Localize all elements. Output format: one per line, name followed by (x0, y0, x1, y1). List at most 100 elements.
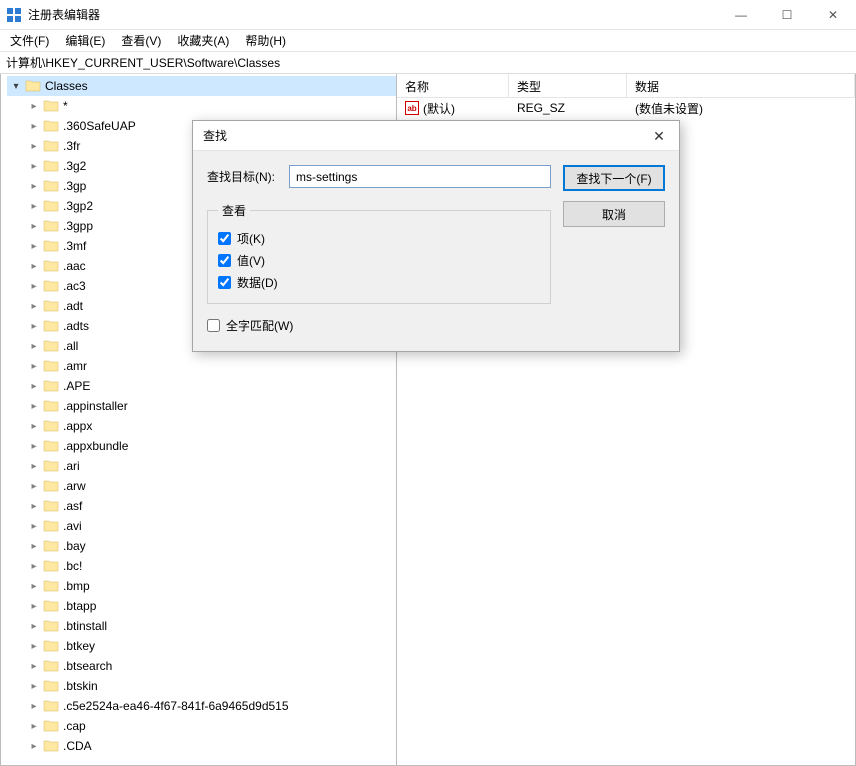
chk-keys[interactable] (218, 232, 231, 245)
tree-node[interactable]: ▸ .cap (7, 716, 396, 736)
expander-icon[interactable]: ▸ (27, 719, 41, 733)
expander-icon[interactable]: ▸ (27, 539, 41, 553)
tree-node[interactable]: ▸ .bc! (7, 556, 396, 576)
expander-icon[interactable]: ▸ (27, 139, 41, 153)
maximize-button[interactable]: ☐ (764, 0, 810, 30)
expander-icon[interactable]: ▸ (27, 319, 41, 333)
expander-icon[interactable]: ▸ (27, 179, 41, 193)
tree-node[interactable]: ▸.avi (7, 516, 396, 536)
close-button[interactable]: ✕ (810, 0, 856, 30)
address-bar[interactable]: 计算机\HKEY_CURRENT_USER\Software\Classes (0, 52, 856, 74)
tree-label: .adt (63, 299, 83, 313)
tree-label: .asf (63, 499, 82, 513)
tree-node[interactable]: ▸ .appxbundle (7, 436, 396, 456)
tree-node[interactable]: ▸.CDA (7, 736, 396, 756)
tree-node[interactable]: ▸ .asf (7, 496, 396, 516)
expander-icon[interactable]: ▸ (27, 499, 41, 513)
tree-node[interactable]: ▸.ari (7, 456, 396, 476)
tree-node[interactable]: ▸ .APE (7, 376, 396, 396)
menu-favorites[interactable]: 收藏夹(A) (173, 30, 233, 51)
expander-icon[interactable]: ▸ (27, 259, 41, 273)
tree-label: .ac3 (63, 279, 86, 293)
value-name: (默认) (423, 100, 455, 117)
tree-node[interactable]: ▸* (7, 96, 396, 116)
chk-values-label: 值(V) (237, 252, 265, 269)
tree-node[interactable]: ▸.btskin (7, 676, 396, 696)
expander-icon[interactable]: ▸ (27, 699, 41, 713)
tree-node[interactable]: ▸.amr (7, 356, 396, 376)
expander-icon[interactable]: ▸ (27, 399, 41, 413)
expander-icon[interactable]: ▸ (27, 439, 41, 453)
expander-icon[interactable]: ▸ (27, 639, 41, 653)
menu-edit[interactable]: 编辑(E) (61, 30, 109, 51)
tree-node[interactable]: ▸ .appx (7, 416, 396, 436)
chk-keys-label: 项(K) (237, 230, 265, 247)
expander-icon[interactable]: ▸ (27, 679, 41, 693)
dialog-close-button[interactable]: ✕ (639, 121, 679, 151)
expander-icon[interactable]: ▾ (9, 79, 23, 93)
tree-label: .appx (63, 419, 92, 433)
col-type[interactable]: 类型 (509, 74, 627, 97)
find-scope-group: 查看 项(K) 值(V) 数据(D) (207, 202, 551, 304)
tree-node-classes[interactable]: ▾ Classes (7, 76, 396, 96)
tree-node[interactable]: ▸ .bmp (7, 576, 396, 596)
expander-icon[interactable]: ▸ (27, 359, 41, 373)
expander-icon[interactable]: ▸ (27, 559, 41, 573)
tree-label: .bmp (63, 579, 90, 593)
expander-icon[interactable]: ▸ (27, 619, 41, 633)
expander-icon[interactable]: ▸ (27, 339, 41, 353)
expander-icon[interactable]: ▸ (27, 479, 41, 493)
expander-icon[interactable]: ▸ (27, 379, 41, 393)
tree-label: .btapp (63, 599, 96, 613)
expander-icon[interactable]: ▸ (27, 739, 41, 753)
cancel-button[interactable]: 取消 (563, 201, 665, 227)
expander-icon[interactable]: ▸ (27, 579, 41, 593)
tree-label: .bay (63, 539, 86, 553)
expander-icon[interactable]: ▸ (27, 299, 41, 313)
tree-node[interactable]: ▸.btkey (7, 636, 396, 656)
chk-data[interactable] (218, 276, 231, 289)
tree-node[interactable]: ▸.c5e2524a-ea46-4f67-841f-6a9465d9d515 (7, 696, 396, 716)
value-row[interactable]: ab (默认) REG_SZ (数值未设置) (397, 98, 855, 118)
tree-label: .all (63, 339, 78, 353)
expander-icon[interactable]: ▸ (27, 659, 41, 673)
expander-icon[interactable]: ▸ (27, 519, 41, 533)
minimize-button[interactable]: — (718, 0, 764, 30)
tree-node[interactable]: ▸.btsearch (7, 656, 396, 676)
expander-icon[interactable]: ▸ (27, 119, 41, 133)
expander-icon[interactable]: ▸ (27, 599, 41, 613)
tree-node[interactable]: ▸ .btapp (7, 596, 396, 616)
tree-label: .APE (63, 379, 90, 393)
chk-values[interactable] (218, 254, 231, 267)
menu-help[interactable]: 帮助(H) (241, 30, 290, 51)
value-data: (数值未设置) (627, 100, 855, 117)
value-type: REG_SZ (509, 101, 627, 115)
tree-node[interactable]: ▸ .bay (7, 536, 396, 556)
expander-icon[interactable]: ▸ (27, 159, 41, 173)
tree-label: Classes (45, 79, 88, 93)
find-next-button[interactable]: 查找下一个(F) (563, 165, 665, 191)
menu-view[interactable]: 查看(V) (117, 30, 165, 51)
find-target-input[interactable] (289, 165, 551, 188)
col-data[interactable]: 数据 (627, 74, 855, 97)
tree-node[interactable]: ▸.btinstall (7, 616, 396, 636)
expander-icon[interactable]: ▸ (27, 459, 41, 473)
tree-label: * (63, 99, 68, 113)
tree-label: .bc! (63, 559, 82, 573)
tree-label: .3gp2 (63, 199, 93, 213)
expander-icon[interactable]: ▸ (27, 99, 41, 113)
dialog-titlebar[interactable]: 查找 ✕ (193, 121, 679, 151)
tree-node[interactable]: ▸.arw (7, 476, 396, 496)
tree-label: .appxbundle (63, 439, 128, 453)
col-name[interactable]: 名称 (397, 74, 509, 97)
window-titlebar: 注册表编辑器 — ☐ ✕ (0, 0, 856, 30)
expander-icon[interactable]: ▸ (27, 199, 41, 213)
tree-label: .cap (63, 719, 86, 733)
expander-icon[interactable]: ▸ (27, 419, 41, 433)
tree-node[interactable]: ▸.appinstaller (7, 396, 396, 416)
menu-file[interactable]: 文件(F) (6, 30, 53, 51)
expander-icon[interactable]: ▸ (27, 239, 41, 253)
expander-icon[interactable]: ▸ (27, 279, 41, 293)
chk-whole-word[interactable] (207, 319, 220, 332)
expander-icon[interactable]: ▸ (27, 219, 41, 233)
